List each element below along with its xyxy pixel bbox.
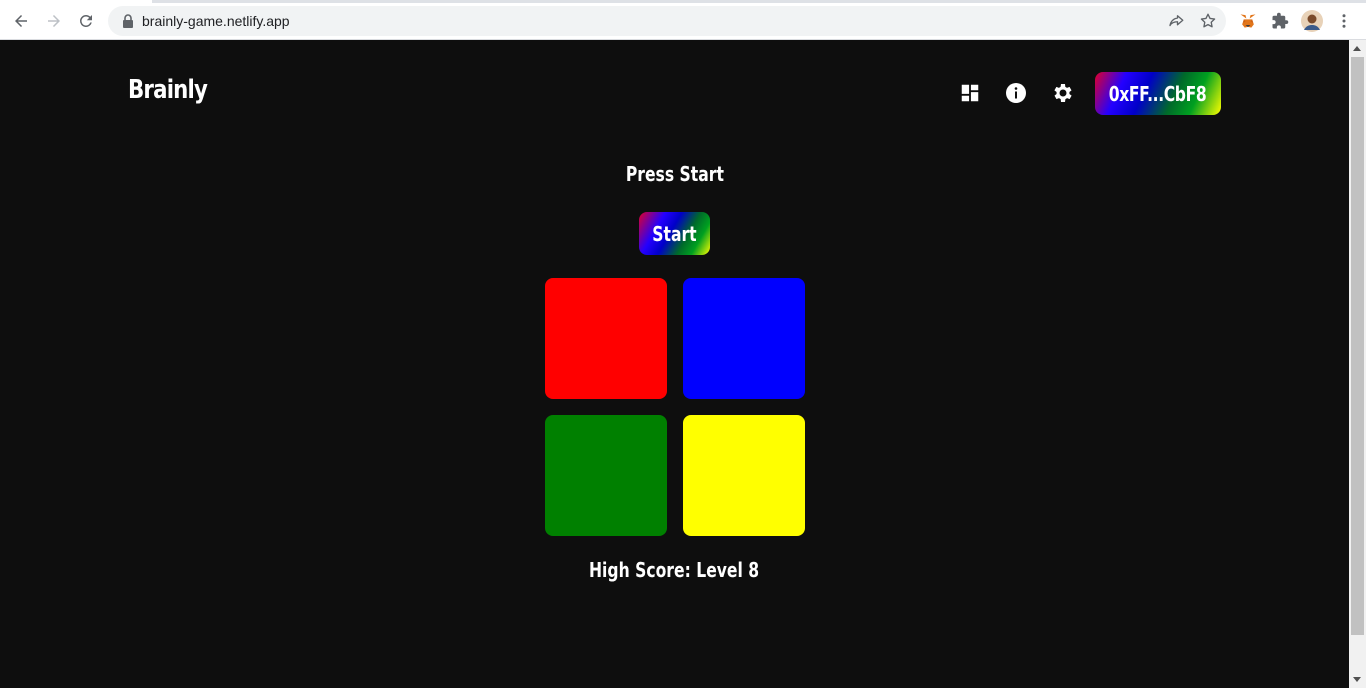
start-button-label: Start xyxy=(652,221,697,246)
scroll-down-arrow-icon[interactable] xyxy=(1353,677,1361,682)
vertical-scrollbar[interactable] xyxy=(1349,40,1366,688)
more-menu-icon[interactable] xyxy=(1333,10,1355,32)
start-button[interactable]: Start xyxy=(639,212,710,255)
dashboard-icon[interactable] xyxy=(958,81,982,105)
back-icon[interactable] xyxy=(9,9,33,33)
scrollbar-thumb[interactable] xyxy=(1351,57,1364,635)
scroll-up-arrow-icon[interactable] xyxy=(1353,46,1361,51)
reload-icon[interactable] xyxy=(74,9,98,33)
game-page: Brainly 0xFF...CbF8 Press Start Start Hi… xyxy=(0,41,1349,688)
game-status-text: Press Start xyxy=(0,162,1349,186)
high-score-text: High Score: Level 8 xyxy=(0,558,1349,582)
bookmark-star-icon[interactable] xyxy=(1199,12,1217,30)
share-icon[interactable] xyxy=(1167,12,1185,30)
lock-icon[interactable] xyxy=(122,14,134,28)
red-pad[interactable] xyxy=(545,278,667,399)
active-tab[interactable] xyxy=(0,0,152,3)
url-text[interactable]: brainly-game.netlify.app xyxy=(142,13,290,29)
high-score-label: High Score: Level 8 xyxy=(589,558,760,582)
blue-pad[interactable] xyxy=(683,278,805,399)
wallet-address-label: 0xFF...CbF8 xyxy=(1109,81,1207,106)
info-icon[interactable] xyxy=(1004,81,1028,105)
metamask-fox-icon[interactable] xyxy=(1237,10,1259,32)
address-bar[interactable]: brainly-game.netlify.app xyxy=(108,6,1226,36)
browser-toolbar: brainly-game.netlify.app xyxy=(0,0,1366,40)
wallet-address-button[interactable]: 0xFF...CbF8 xyxy=(1095,72,1221,115)
settings-gear-icon[interactable] xyxy=(1051,81,1075,105)
tab-strip xyxy=(0,0,1366,3)
status-label: Press Start xyxy=(625,162,724,186)
forward-icon[interactable] xyxy=(42,9,66,33)
extensions-puzzle-icon[interactable] xyxy=(1269,10,1291,32)
yellow-pad[interactable] xyxy=(683,415,805,536)
green-pad[interactable] xyxy=(545,415,667,536)
brand-logo[interactable]: Brainly xyxy=(128,75,208,105)
profile-avatar[interactable] xyxy=(1301,10,1323,32)
